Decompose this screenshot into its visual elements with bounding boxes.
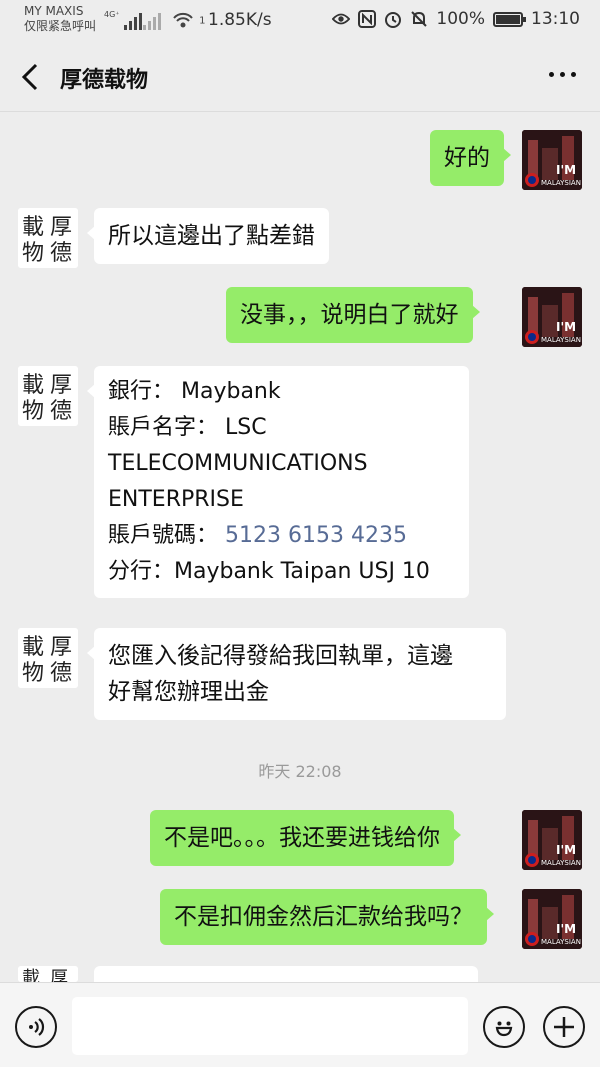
svg-text:I'M: I'M [556, 843, 576, 857]
malaysian-avatar-icon: I'M MALAYSIAN [522, 130, 582, 190]
signal-icon-secondary [143, 10, 161, 30]
my-avatar[interactable]: I'M MALAYSIAN [522, 130, 582, 190]
battery-percent: 100% [436, 9, 485, 29]
account-name-line: 賬戶名字： LSC [108, 415, 267, 440]
account-name-line: ENTERPRISE [108, 487, 244, 512]
malaysian-avatar-icon: I'M MALAYSIAN [522, 287, 582, 347]
svg-text:I'M: I'M [556, 922, 576, 936]
message-bubble-sent[interactable]: 好的 [430, 130, 511, 186]
svg-text:MALAYSIAN: MALAYSIAN [541, 336, 581, 344]
svg-text:I'M: I'M [556, 163, 576, 177]
status-bar: MY MAXIS 仅限紧急呼叫 4G⁺ 1 1.85K/s 100% 13:10 [0, 0, 600, 42]
svg-text:厚: 厚 [50, 635, 72, 660]
more-dots-icon[interactable] [549, 72, 576, 77]
network-type-label: 4G⁺ [104, 10, 120, 19]
eye-icon [332, 10, 351, 28]
clock: 13:10 [531, 9, 580, 29]
message-bubble-sent[interactable]: 不是吧。。。我还要进钱给你 [150, 810, 461, 866]
chat-title: 厚德载物 [60, 68, 149, 93]
wifi-icon: 1 [172, 10, 205, 34]
seal-calligraphy-icon: 載 厚 [18, 966, 78, 982]
svg-text:德: 德 [50, 241, 72, 266]
svg-text:MALAYSIAN: MALAYSIAN [541, 938, 581, 946]
my-avatar[interactable]: I'M MALAYSIAN [522, 889, 582, 949]
svg-text:MALAYSIAN: MALAYSIAN [541, 859, 581, 867]
contact-avatar[interactable]: 載 厚 物 德 [18, 628, 78, 688]
account-number-line: 賬戶號碼： 5123 6153 4235 [108, 523, 407, 548]
svg-text:德: 德 [50, 661, 72, 686]
svg-text:厚: 厚 [50, 215, 72, 240]
chat-header: 厚德载物 [0, 42, 600, 112]
contact-avatar[interactable]: 載 厚 [18, 966, 78, 982]
message-input[interactable] [72, 997, 468, 1055]
carrier-name: MY MAXIS [24, 4, 84, 18]
message-bubble-received[interactable]: 所以這邊出了點差錯 [87, 208, 329, 264]
svg-text:物: 物 [22, 399, 44, 424]
svg-text:I'M: I'M [556, 320, 576, 334]
svg-text:物: 物 [22, 241, 44, 266]
svg-text:物: 物 [22, 661, 44, 686]
alarm-icon [384, 10, 402, 28]
emoji-icon[interactable] [483, 1006, 525, 1048]
malaysian-avatar-icon: I'M MALAYSIAN [522, 810, 582, 870]
contact-avatar[interactable]: 載 厚 物 德 [18, 366, 78, 426]
message-bubble-received-partial[interactable] [87, 966, 478, 998]
message-bubble-bank-details[interactable]: 銀行： Maybank 賬戶名字： LSC TELECOMMUNICATIONS… [87, 366, 469, 598]
network-speed: 1.85K/s [208, 10, 272, 30]
seal-calligraphy-icon: 載 厚 物 德 [18, 366, 78, 426]
seal-calligraphy-icon: 載 厚 物 德 [18, 208, 78, 268]
wifi-sub-label: 1 [199, 15, 206, 27]
bank-line: 銀行： Maybank [108, 379, 281, 404]
message-bubble-sent[interactable]: 没事，，说明白了就好 [226, 287, 479, 343]
svg-text:厚: 厚 [50, 373, 72, 398]
contact-avatar[interactable]: 載 厚 物 德 [18, 208, 78, 268]
svg-text:載: 載 [22, 373, 44, 398]
message-bubble-received[interactable]: 您匯入後記得發給我回執單，這邊 好幫您辦理出金 [87, 628, 506, 720]
mute-icon [410, 10, 428, 28]
account-number-link[interactable]: 5123 6153 4235 [225, 523, 407, 548]
chevron-left-icon[interactable] [16, 60, 46, 94]
account-name-line: TELECOMMUNICATIONS [108, 451, 368, 476]
seal-calligraphy-icon: 載 厚 物 德 [18, 628, 78, 688]
branch-line: 分行：Maybank Taipan USJ 10 [108, 559, 430, 584]
message-timestamp: 昨天 22:08 [258, 762, 342, 781]
svg-text:厚: 厚 [50, 968, 68, 982]
my-avatar[interactable]: I'M MALAYSIAN [522, 810, 582, 870]
svg-text:載: 載 [22, 635, 44, 660]
svg-text:德: 德 [50, 399, 72, 424]
emergency-only-label: 仅限紧急呼叫 [24, 19, 97, 33]
plus-icon[interactable] [543, 1006, 585, 1048]
voice-icon[interactable] [15, 1006, 57, 1048]
input-bar [0, 982, 600, 1067]
svg-text:MALAYSIAN: MALAYSIAN [541, 179, 581, 187]
battery-charging-icon [493, 11, 526, 27]
message-bubble-sent[interactable]: 不是扣佣金然后汇款给我吗？ [160, 889, 494, 945]
svg-text:載: 載 [22, 968, 40, 982]
malaysian-avatar-icon: I'M MALAYSIAN [522, 889, 582, 949]
svg-text:載: 載 [22, 215, 44, 240]
signal-icon: 4G⁺ [104, 10, 142, 30]
my-avatar[interactable]: I'M MALAYSIAN [522, 287, 582, 347]
carrier-info: MY MAXIS 仅限紧急呼叫 [24, 4, 96, 34]
nfc-icon [358, 10, 377, 28]
